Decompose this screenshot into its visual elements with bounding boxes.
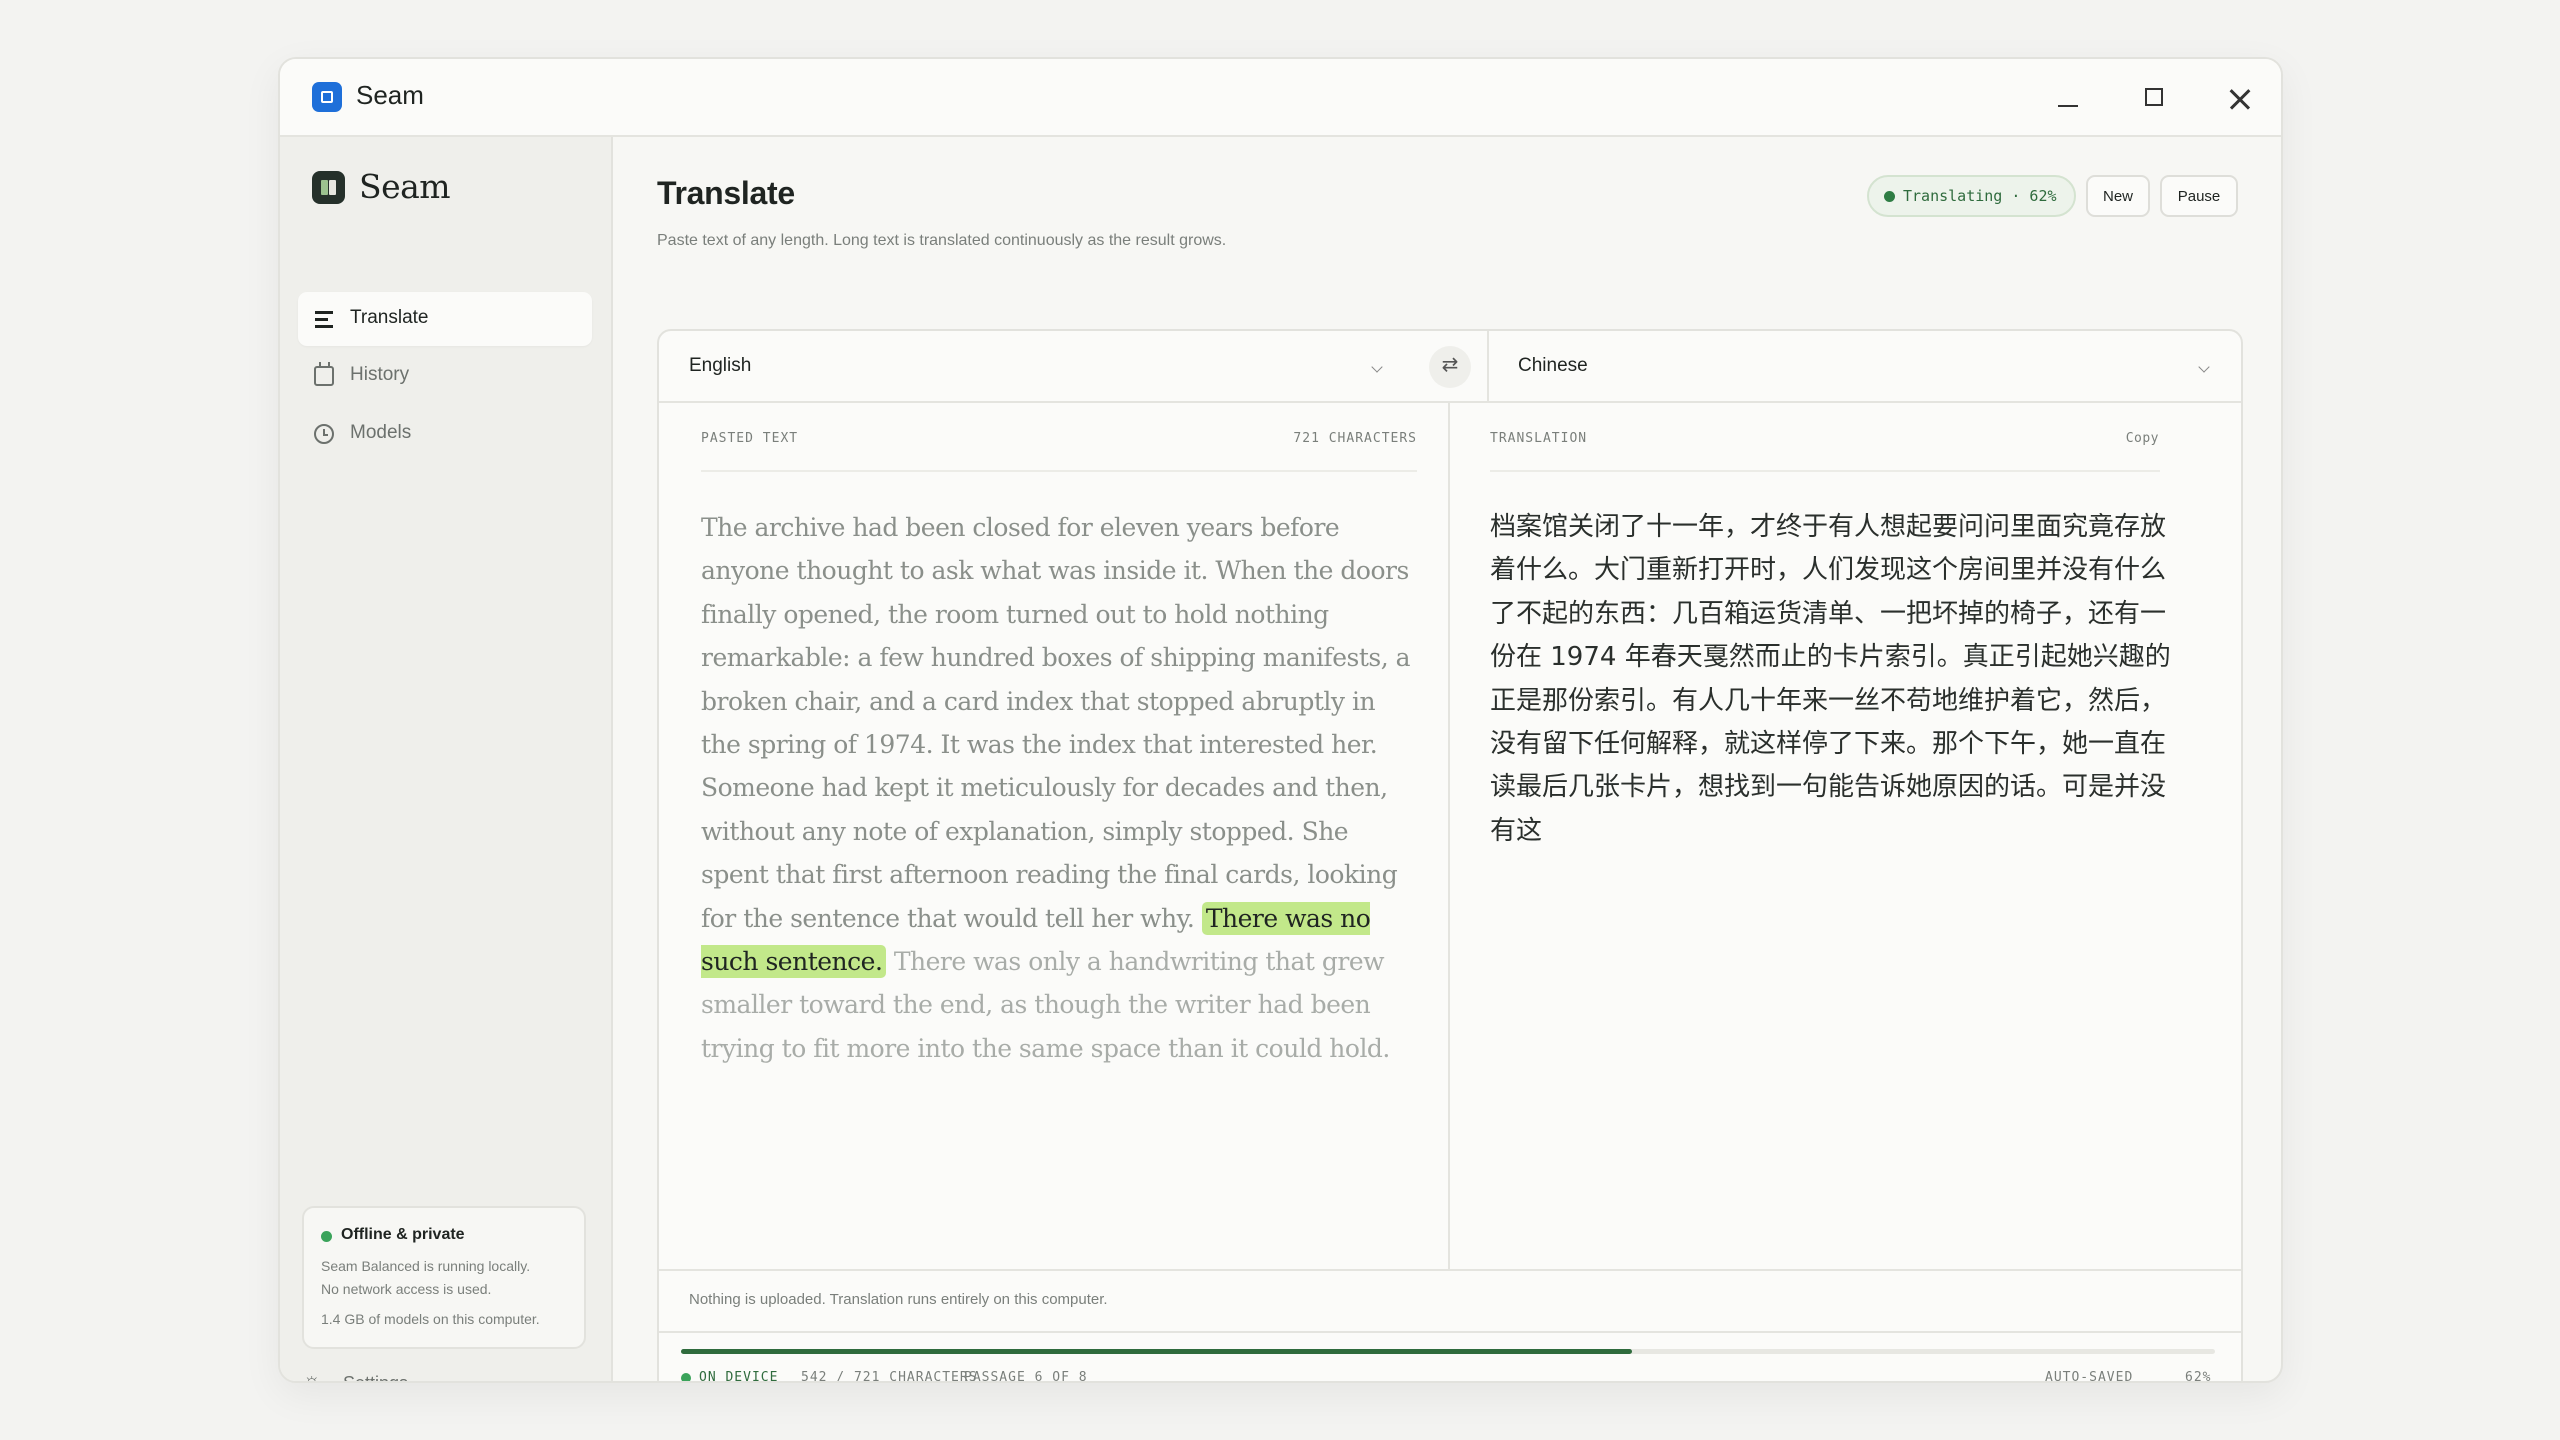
divider [1448, 403, 1450, 1269]
source-text-area[interactable]: The archive had been closed for eleven y… [701, 506, 1421, 1070]
app-icon [312, 82, 342, 112]
character-count: 721 CHARACTERS [1293, 431, 1417, 446]
main-content: Translate Paste text of any length. Long… [615, 137, 2281, 1381]
new-button[interactable]: New [2086, 175, 2150, 217]
title-bar: Seam [280, 59, 2281, 137]
privacy-note: Nothing is uploaded. Translation runs en… [689, 1291, 1108, 1308]
chevron-down-icon[interactable] [2198, 361, 2210, 373]
calendar-icon [314, 362, 334, 386]
chevron-down-icon[interactable] [1371, 361, 1383, 373]
sidebar-item-models[interactable]: Models [298, 407, 592, 461]
divider [701, 470, 1417, 472]
window-title: Seam [356, 80, 424, 110]
translated-text: The archive had been closed for eleven y… [701, 513, 1411, 933]
translation-output: 档案馆关闭了十一年，才终于有人想起要问问里面究竟存放着什么。大门重新打开时，人们… [1490, 512, 2171, 846]
progress-bar [681, 1349, 2215, 1354]
language-bar: English Chinese [659, 331, 2241, 403]
status-dot-icon [1884, 191, 1895, 202]
source-language-select[interactable]: English [689, 355, 751, 377]
brand-name: Seam [359, 167, 451, 206]
divider [1490, 470, 2160, 472]
page-subtitle: Paste text of any length. Long text is t… [657, 232, 1227, 249]
target-language-select[interactable]: Chinese [1518, 355, 1588, 377]
list-icon [314, 309, 334, 329]
clock-icon [314, 424, 334, 444]
settings-label: Settings [343, 1373, 409, 1383]
status-card-line: 1.4 GB of models on this computer. [321, 1311, 540, 1327]
on-device-dot-icon [681, 1373, 691, 1381]
status-card-title: Offline & private [341, 1226, 465, 1243]
sidebar-item-translate[interactable]: Translate [298, 292, 592, 346]
progress-fill [681, 1349, 1633, 1354]
source-header: PASTED TEXT [701, 431, 799, 446]
sidebar: Seam Translate History Models Offline & … [280, 137, 613, 1381]
pause-button[interactable]: Pause [2160, 175, 2238, 217]
character-progress: 542 / 721 CHARACTERS [801, 1370, 978, 1383]
sidebar-item-label: Models [350, 422, 412, 443]
on-device-label: ON DEVICE [699, 1370, 779, 1383]
app-window: Seam Seam Translate History Models Offli… [278, 57, 2283, 1383]
close-icon[interactable] [2216, 75, 2264, 123]
swap-languages-button[interactable] [1429, 346, 1471, 388]
sidebar-item-label: History [350, 364, 410, 385]
minimize-icon[interactable] [2044, 75, 2092, 123]
privacy-note-bar: Nothing is uploaded. Translation runs en… [659, 1269, 2241, 1331]
autosaved-label: AUTO-SAVED [2045, 1370, 2134, 1383]
status-dot-icon [321, 1231, 332, 1242]
sidebar-item-label: Translate [350, 307, 429, 328]
brand-logo-icon [312, 171, 345, 204]
status-badge-text: Translating · 62% [1903, 187, 2057, 205]
status-badge: Translating · 62% [1867, 175, 2076, 217]
maximize-icon[interactable] [2130, 75, 2178, 123]
passage-progress: PASSAGE 6 OF 8 [964, 1370, 1088, 1383]
copy-button[interactable]: Copy [2089, 431, 2159, 446]
divider [1487, 331, 1489, 403]
offline-status-card: Offline & private Seam Balanced is runni… [302, 1206, 586, 1349]
translation-panel: English Chinese PASTED TEXT 721 CHARACTE… [657, 329, 2243, 1383]
status-card-line: Seam Balanced is running locally. [321, 1258, 531, 1274]
page-title: Translate [657, 175, 795, 211]
translation-header: TRANSLATION [1490, 431, 1588, 446]
sidebar-item-history[interactable]: History [298, 349, 592, 403]
status-bar: ON DEVICE 542 / 721 CHARACTERS PASSAGE 6… [659, 1331, 2241, 1383]
percent-label: 62% [2185, 1370, 2212, 1383]
status-card-line: No network access is used. [321, 1281, 492, 1297]
gear-icon: ☼ [302, 1369, 322, 1383]
